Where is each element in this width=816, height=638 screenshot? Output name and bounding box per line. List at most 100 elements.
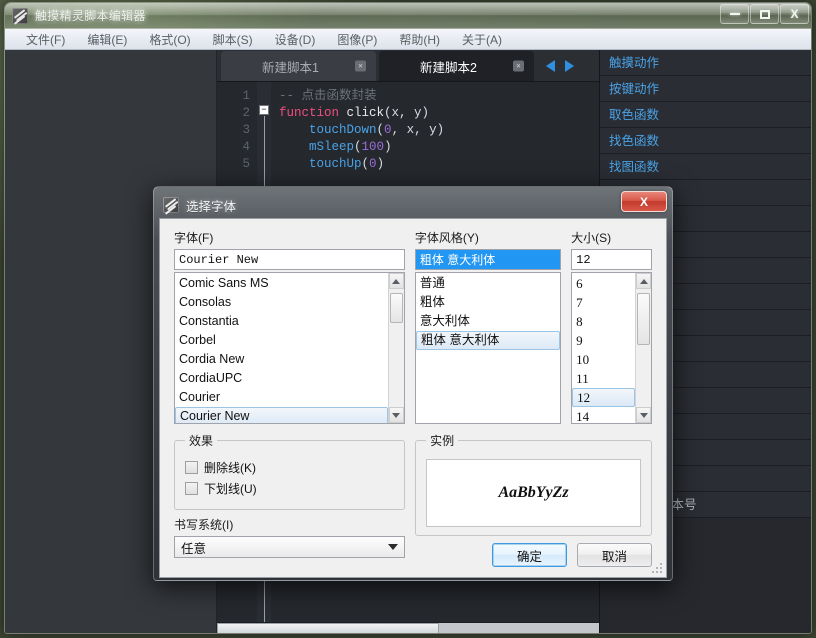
list-item[interactable]: 12 [572, 388, 635, 407]
font-family-options: Comic Sans MS Consolas Constantia Corbel Cor… [175, 273, 388, 423]
effects-section: 效果 删除线(K) 下划线(U) 书写系统(I) 任意 [174, 424, 406, 558]
writing-system-value: 任意 [181, 541, 207, 556]
list-item[interactable]: 普通 [416, 274, 560, 293]
writing-system-select[interactable]: 任意 [174, 536, 406, 558]
list-item[interactable]: 9 [572, 331, 635, 350]
code-token-punc: ) [376, 157, 385, 171]
list-item[interactable]: Comic Sans MS [175, 274, 388, 293]
font-size-input[interactable]: 12 [571, 249, 652, 270]
main-window: 触摸精灵脚本编辑器 X 文件(F) 编辑(E) 格式(O) 脚本(S) 设备(D… [4, 2, 812, 634]
code-line: touchDown(0, x, y) [279, 122, 599, 139]
dialog-close-button[interactable]: X [621, 191, 667, 212]
menu-format[interactable]: 格式(O) [138, 29, 201, 50]
function-item-4[interactable]: 找图函数 [600, 154, 811, 180]
font-family-input[interactable]: Courier New [174, 249, 405, 270]
function-item-2[interactable]: 取色函数 [600, 102, 811, 128]
dialog-titlebar: 选择字体 X [159, 191, 667, 218]
menu-edit[interactable]: 编辑(E) [76, 29, 138, 50]
list-item[interactable]: 11 [572, 369, 635, 388]
underline-row[interactable]: 下划线(U) [185, 480, 394, 497]
code-token-punc [279, 140, 309, 154]
list-item[interactable]: 6 [572, 274, 635, 293]
scroll-up-button[interactable] [636, 273, 651, 289]
menu-help[interactable]: 帮助(H) [388, 29, 451, 50]
close-button[interactable]: X [780, 4, 809, 24]
close-icon: X [790, 7, 799, 21]
sample-label: 实例 [430, 434, 455, 448]
function-item-0[interactable]: 触摸动作 [600, 50, 811, 76]
font-style-input[interactable]: 粗体 意大利体 [414, 249, 562, 270]
list-item[interactable]: Corbel [175, 331, 388, 350]
close-icon: X [639, 194, 648, 209]
tab-script-2[interactable]: 新建脚本2 × [379, 51, 534, 81]
tab-label: 新建脚本1 [262, 60, 319, 75]
dialog-buttons: 确定 取消 [492, 543, 652, 567]
list-item[interactable]: CordiaUPC [175, 369, 388, 388]
sample-section: 实例 AaBbYyZz [415, 424, 652, 558]
code-token-fn: click [346, 106, 385, 120]
list-item[interactable]: 7 [572, 293, 635, 312]
list-item[interactable]: Consolas [175, 293, 388, 312]
list-item[interactable]: 粗体 意大利体 [415, 331, 561, 350]
list-item[interactable]: 意大利体 [416, 312, 560, 331]
font-style-listbox[interactable]: 普通 粗体 意大利体 粗体 意大利体 [414, 272, 562, 424]
function-item-3[interactable]: 找色函数 [600, 128, 811, 154]
writing-system-label: 书写系统(I) [174, 518, 234, 532]
menu-device[interactable]: 设备(D) [264, 29, 327, 50]
list-item[interactable]: 14 [572, 407, 635, 423]
strikeout-row[interactable]: 删除线(K) [185, 459, 394, 476]
font-family-section: 字体(F) Courier New Comic Sans MS Consolas C… [174, 229, 405, 424]
minimize-icon [729, 13, 740, 15]
tab-label: 新建脚本2 [420, 60, 477, 75]
font-style-options: 普通 粗体 意大利体 粗体 意大利体 [415, 273, 561, 423]
cancel-button[interactable]: 取消 [577, 543, 652, 567]
list-item[interactable]: Courier New [175, 407, 388, 423]
font-style-section: 字体风格(Y) 粗体 意大利体 普通 粗体 意大利体 粗体 意大利体 [414, 229, 562, 424]
code-token-punc: , x, y) [391, 123, 445, 137]
font-size-scrollbar[interactable] [635, 273, 651, 423]
minimize-button[interactable] [720, 4, 749, 24]
prev-tab-arrow-icon[interactable] [546, 60, 555, 72]
list-item[interactable]: 粗体 [416, 293, 560, 312]
ok-button[interactable]: 确定 [492, 543, 567, 567]
menu-about[interactable]: 关于(A) [451, 29, 513, 50]
scrollbar-thumb[interactable] [389, 293, 403, 323]
underline-label: 下划线(U) [204, 482, 257, 496]
list-item[interactable]: 10 [572, 350, 635, 369]
next-tab-arrow-icon[interactable] [565, 60, 574, 72]
tab-close-icon[interactable]: × [513, 60, 524, 72]
scroll-up-button[interactable] [388, 273, 404, 289]
resize-grip-icon[interactable] [651, 563, 663, 575]
underline-checkbox[interactable] [185, 482, 198, 495]
menu-file[interactable]: 文件(F) [15, 29, 76, 50]
strikeout-checkbox[interactable] [185, 461, 198, 474]
list-item[interactable]: Cordia New [175, 350, 388, 369]
chevron-down-icon [388, 544, 399, 550]
sample-text: AaBbYyZz [498, 484, 569, 501]
font-family-listbox[interactable]: Comic Sans MS Consolas Constantia Corbel Cor… [174, 272, 405, 424]
font-size-listbox[interactable]: 6 7 8 9 10 11 12 14 [571, 272, 652, 424]
scroll-down-button[interactable] [388, 407, 404, 423]
maximize-button[interactable] [750, 4, 779, 24]
list-item[interactable]: Courier [175, 388, 388, 407]
list-item[interactable]: Constantia [175, 312, 388, 331]
dialog-body: 字体(F) Courier New Comic Sans MS Consolas C… [159, 218, 667, 578]
scrollbar-thumb[interactable] [217, 623, 439, 633]
tab-close-icon[interactable]: × [355, 60, 366, 72]
scrollbar-thumb[interactable] [637, 293, 650, 345]
menu-script[interactable]: 脚本(S) [202, 29, 264, 50]
editor-horizontal-scrollbar[interactable] [217, 622, 599, 633]
fold-toggle-icon[interactable]: − [259, 105, 269, 115]
window-titlebar: 触摸精灵脚本编辑器 X [5, 3, 811, 29]
code-line: touchUp(0) [279, 156, 599, 173]
line-number: 2 [242, 106, 250, 120]
font-style-label: 字体风格(Y) [414, 231, 479, 245]
line-number: 4 [242, 140, 250, 154]
font-family-scrollbar[interactable] [387, 273, 404, 423]
code-token-num: 0 [384, 123, 392, 137]
scroll-down-button[interactable] [636, 407, 651, 423]
function-item-1[interactable]: 按键动作 [600, 76, 811, 102]
tab-script-1[interactable]: 新建脚本1 × [221, 51, 376, 81]
menu-image[interactable]: 图像(P) [326, 29, 388, 50]
list-item[interactable]: 8 [572, 312, 635, 331]
